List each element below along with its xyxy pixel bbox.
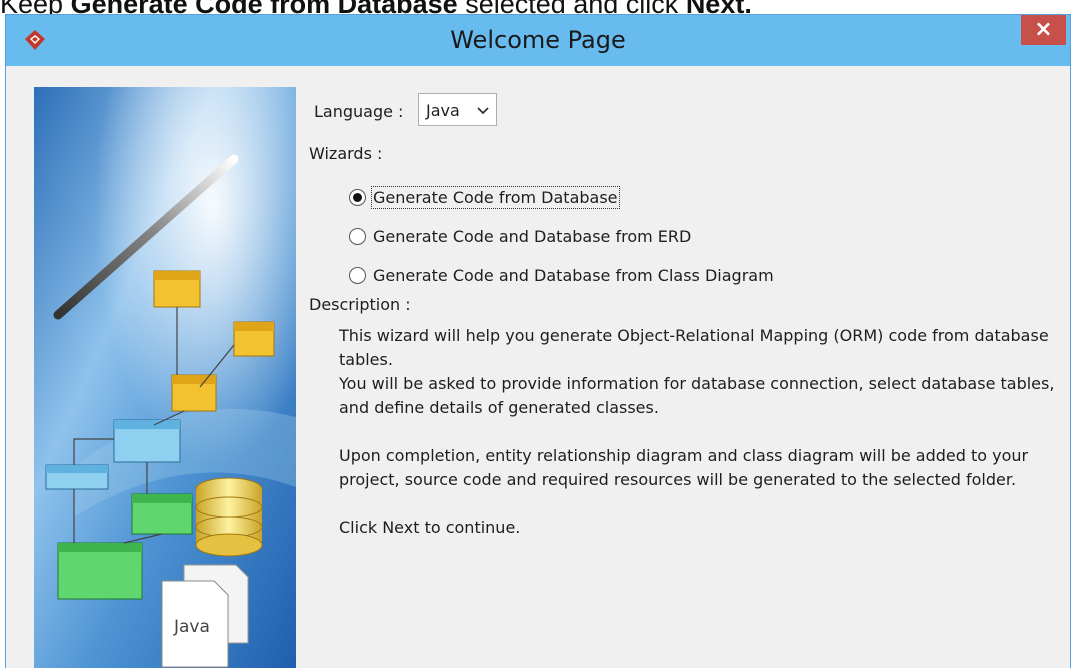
wizard-illustration: Java bbox=[34, 87, 296, 668]
wizard-option-label: Generate Code and Database from Class Di… bbox=[373, 266, 774, 285]
language-label: Language : bbox=[314, 102, 404, 121]
language-value: Java bbox=[426, 101, 460, 120]
wizard-option-label: Generate Code and Database from ERD bbox=[373, 227, 692, 246]
window-title: Welcome Page bbox=[450, 26, 626, 54]
description-line: Click Next to continue. bbox=[339, 518, 521, 537]
welcome-dialog: Welcome Page × Java Language: Java Wiza… bbox=[5, 14, 1071, 668]
description-line: This wizard will help you generate Objec… bbox=[339, 326, 1049, 369]
description-line: Upon completion, entity relationship dia… bbox=[339, 446, 1029, 489]
svg-text:Java: Java bbox=[173, 617, 210, 637]
wizard-option-label: Generate Code from Database bbox=[371, 186, 620, 209]
description-line: You will be asked to provide information… bbox=[339, 374, 1055, 417]
radio-button-selected[interactable] bbox=[349, 189, 366, 206]
language-dropdown[interactable]: Java bbox=[418, 93, 497, 126]
wizards-label: Wizards : bbox=[309, 144, 383, 163]
title-bar: Welcome Page × bbox=[6, 15, 1070, 66]
chevron-down-icon bbox=[477, 107, 489, 115]
radio-button[interactable] bbox=[349, 267, 366, 284]
description-text: This wizard will help you generate Objec… bbox=[339, 324, 1064, 540]
wizard-content: Language : Java Wizards : Generate Code … bbox=[301, 77, 1070, 668]
close-button[interactable]: × bbox=[1021, 15, 1066, 45]
description-label: Description : bbox=[309, 295, 411, 314]
radio-button[interactable] bbox=[349, 228, 366, 245]
